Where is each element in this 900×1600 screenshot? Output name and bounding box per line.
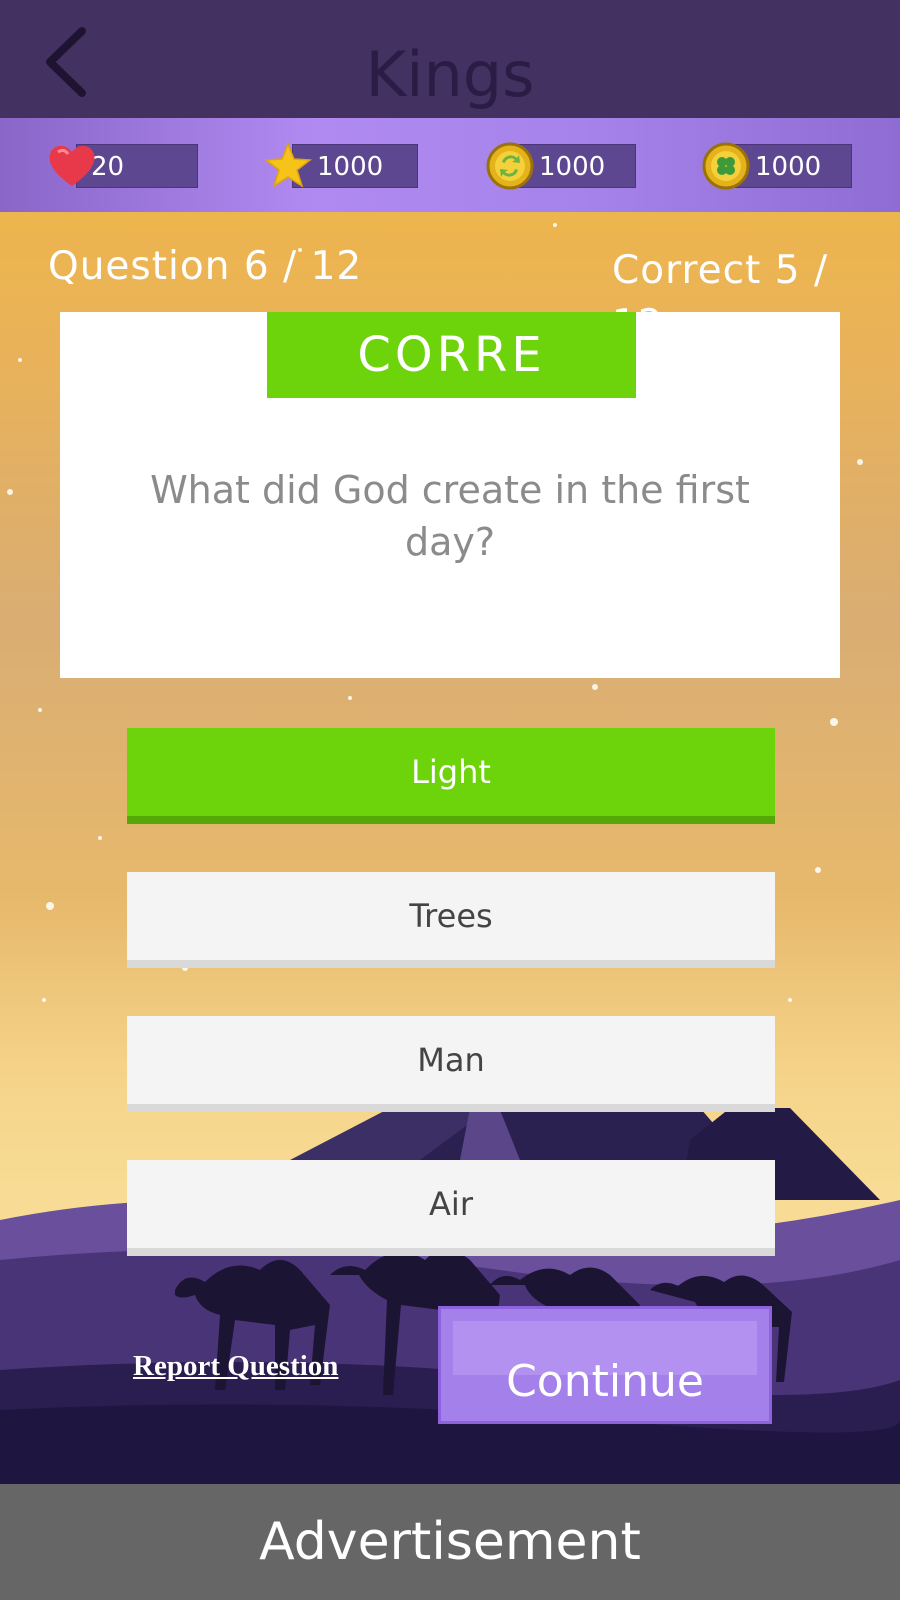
- star-icon: [263, 141, 313, 188]
- answer-label: Air: [429, 1185, 473, 1223]
- page-title: Kings: [365, 38, 535, 111]
- report-question-link[interactable]: Report Question: [133, 1350, 338, 1383]
- result-badge: CORRE: [267, 312, 636, 398]
- continue-label: Continue: [506, 1356, 704, 1407]
- coins-counter: 1000: [484, 142, 636, 190]
- resource-bar: 20 1000 1000 1000: [0, 118, 900, 212]
- question-text: What did God create in the first day?: [150, 468, 750, 564]
- stars-counter: 1000: [262, 141, 418, 188]
- lives-counter: 20: [46, 144, 198, 188]
- clover-coins-counter: 1000: [700, 142, 852, 190]
- answer-label: Trees: [409, 897, 493, 935]
- heart-icon: [49, 145, 95, 186]
- continue-button[interactable]: Continue: [438, 1306, 772, 1424]
- top-header: Kings: [0, 0, 900, 118]
- answer-label: Light: [411, 753, 491, 791]
- question-counter: Question 6 / 12: [48, 244, 363, 289]
- answer-option-4[interactable]: Air: [127, 1160, 775, 1256]
- answer-option-3[interactable]: Man: [127, 1016, 775, 1112]
- correct-counter: Correct 5 / 12: [612, 248, 829, 314]
- answer-option-2[interactable]: Trees: [127, 872, 775, 968]
- advertisement-banner[interactable]: Advertisement: [0, 1484, 900, 1600]
- answer-label: Man: [417, 1041, 485, 1079]
- refresh-coin-icon: [486, 142, 534, 190]
- answer-option-1[interactable]: Light: [127, 728, 775, 824]
- clover-coin-icon: [702, 142, 750, 190]
